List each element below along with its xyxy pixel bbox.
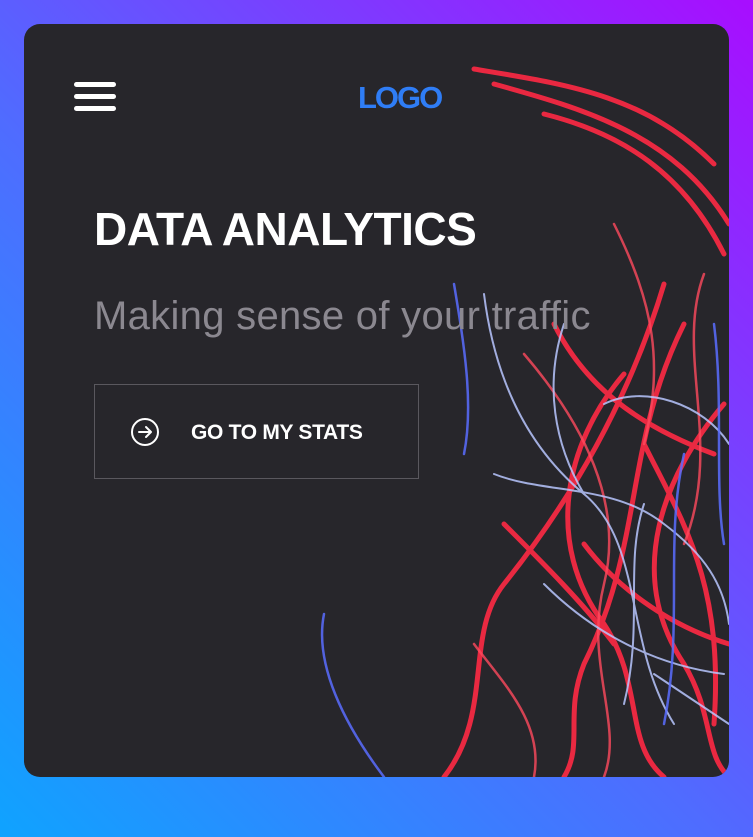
hamburger-menu-icon [74, 94, 116, 99]
go-to-stats-label: GO TO MY STATS [191, 421, 363, 444]
hamburger-menu-icon [74, 82, 116, 87]
logo[interactable]: LOGO [358, 80, 443, 116]
page-subtitle: Making sense of your traffic [94, 294, 591, 338]
go-to-stats-button[interactable]: GO TO MY STATS [94, 384, 419, 479]
hero-card: LOGO DATA ANALYTICS Making sense of your… [24, 24, 729, 777]
page-title: DATA ANALYTICS [94, 203, 477, 255]
arrow-right-circle-icon [131, 418, 159, 446]
hamburger-menu-button[interactable] [74, 82, 118, 116]
hamburger-menu-icon [74, 106, 116, 111]
